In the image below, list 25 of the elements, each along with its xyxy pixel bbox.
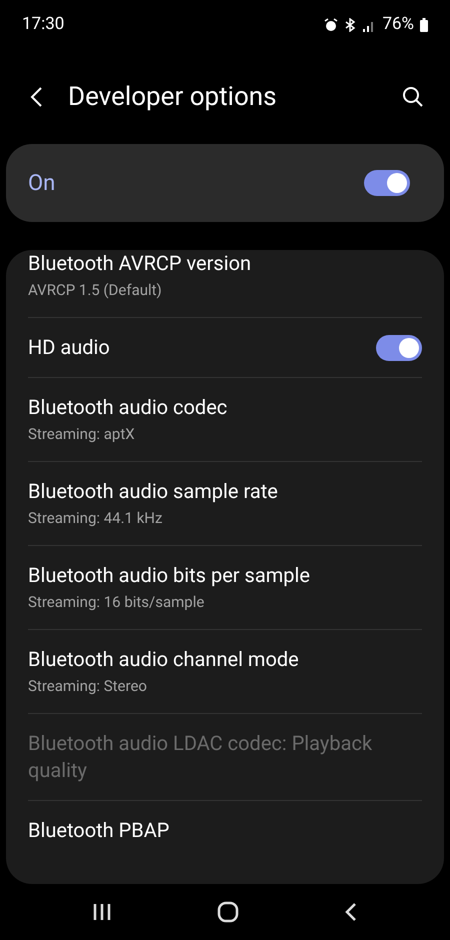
setting-value: Streaming: 16 bits/sample <box>28 592 206 613</box>
toggle-switch[interactable] <box>376 334 422 360</box>
alarm-icon <box>324 18 338 32</box>
bluetooth-icon <box>344 18 356 32</box>
back-icon[interactable] <box>344 901 358 923</box>
status-time: 17:30 <box>22 13 64 36</box>
setting-title[interactable]: Bluetooth audio sample rate <box>28 478 422 505</box>
setting-title[interactable]: Bluetooth audio bits per sample <box>28 562 422 589</box>
setting-value: AVRCP 1.5 (Default) <box>28 280 163 301</box>
setting-value: Streaming: 44.1 kHz <box>28 508 164 529</box>
recent-apps-icon[interactable] <box>92 902 112 922</box>
setting-title[interactable]: HD audio <box>28 334 376 361</box>
setting-value: Streaming: aptX <box>28 424 136 445</box>
setting-title[interactable]: Bluetooth AVRCP version <box>28 250 422 277</box>
switch-label: On <box>28 170 56 198</box>
page-title: Developer options <box>68 80 278 114</box>
setting-value: Streaming: Stereo <box>28 676 148 697</box>
home-icon[interactable] <box>216 901 239 923</box>
setting-title[interactable]: Bluetooth audio codec <box>28 394 422 421</box>
battery-icon <box>420 18 428 32</box>
battery-level: 76% <box>382 13 414 36</box>
master-switch-bar[interactable]: On <box>6 144 444 222</box>
setting-title[interactable]: Bluetooth PBAP <box>28 817 422 844</box>
setting-title[interactable]: Bluetooth audio channel mode <box>28 646 422 673</box>
toggle-switch[interactable] <box>364 170 410 196</box>
